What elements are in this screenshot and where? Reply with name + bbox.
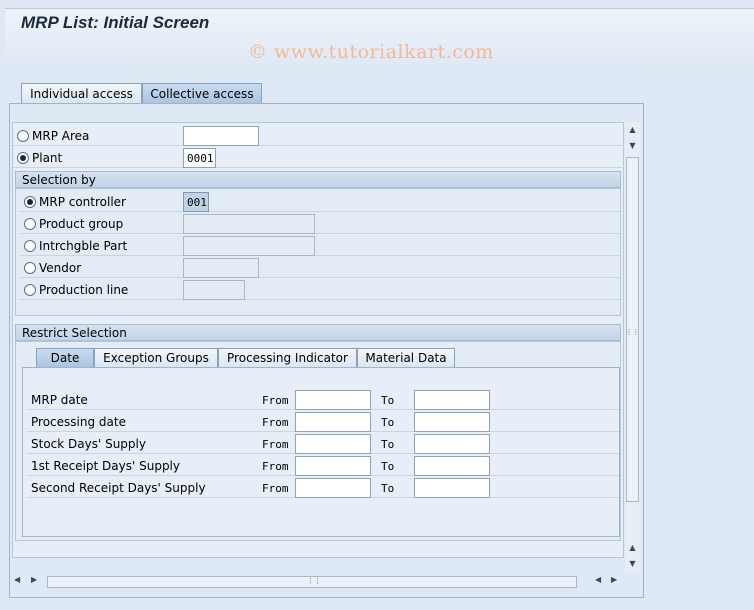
date-row: Second Receipt Days' Supply From To xyxy=(27,478,619,498)
to-input[interactable] xyxy=(414,456,490,476)
plant-label: Plant xyxy=(32,151,63,165)
intrchgble-part-radio[interactable] xyxy=(24,240,36,252)
from-input[interactable] xyxy=(295,390,371,410)
date-row: Stock Days' Supply From To xyxy=(27,434,619,454)
selection-by-header: Selection by xyxy=(15,171,621,188)
selection-option-row: Vendor xyxy=(20,258,620,278)
vertical-scrollbar[interactable]: ▲ ▼ ⋮⋮ ▲ ▼ xyxy=(625,122,640,572)
production-line-input[interactable] xyxy=(183,280,245,300)
to-label: To xyxy=(381,416,395,429)
mrp-area-input[interactable] xyxy=(183,126,259,146)
date-row-label: Stock Days' Supply xyxy=(31,437,146,451)
date-row-label: Second Receipt Days' Supply xyxy=(31,481,206,495)
to-label: To xyxy=(381,438,395,451)
scroll-down-icon[interactable]: ▼ xyxy=(625,139,640,153)
vendor-input[interactable] xyxy=(183,258,259,278)
horizontal-scrollbar[interactable]: ◀ ▶ ⋮⋮ ◀ ▶ xyxy=(9,574,644,590)
date-row-label: Processing date xyxy=(31,415,126,429)
vendor-label: Vendor xyxy=(39,261,82,275)
production-line-radio[interactable] xyxy=(24,284,36,296)
from-label: From xyxy=(262,482,289,495)
tab-processing-indicator[interactable]: Processing Indicator xyxy=(218,348,357,367)
title-bar: MRP List: Initial Screen © www.tutorialk… xyxy=(5,8,754,74)
selection-option-row: Product group xyxy=(20,214,620,234)
date-row: 1st Receipt Days' Supply From To xyxy=(27,456,619,476)
intrchgble-part-input[interactable] xyxy=(183,236,315,256)
to-input[interactable] xyxy=(414,434,490,454)
selection-option-row: Production line xyxy=(20,280,620,300)
mrp-area-label: MRP Area xyxy=(32,129,90,143)
mrp-area-radio[interactable] xyxy=(17,130,29,142)
scroll-up-icon[interactable]: ▲ xyxy=(625,541,640,555)
tab-exception-groups[interactable]: Exception Groups xyxy=(94,348,218,367)
from-label: From xyxy=(262,416,289,429)
to-label: To xyxy=(381,394,395,407)
restrict-selection-header: Restrict Selection xyxy=(15,324,621,341)
date-row: MRP date From To xyxy=(27,390,619,410)
intrchgble-part-label: Intrchgble Part xyxy=(39,239,128,253)
selection-option-row: MRP controller 001 xyxy=(20,192,620,212)
from-input[interactable] xyxy=(295,412,371,432)
date-row-label: 1st Receipt Days' Supply xyxy=(31,459,180,473)
plant-radio[interactable] xyxy=(17,152,29,164)
to-input[interactable] xyxy=(414,390,490,410)
tab-individual-access[interactable]: Individual access xyxy=(21,83,142,103)
plant-row: Plant 0001 xyxy=(13,148,624,168)
selection-option-row: Intrchgble Part xyxy=(20,236,620,256)
production-line-label: Production line xyxy=(39,283,129,297)
vendor-radio[interactable] xyxy=(24,262,36,274)
scroll-down-icon[interactable]: ▼ xyxy=(625,557,640,571)
from-label: From xyxy=(262,394,289,407)
to-input[interactable] xyxy=(414,412,490,432)
tab-date[interactable]: Date xyxy=(36,348,94,367)
mrp-area-row: MRP Area xyxy=(13,126,624,146)
grip-icon: ⋮⋮ xyxy=(307,577,321,585)
plant-input[interactable]: 0001 xyxy=(183,148,216,168)
tab-material-data[interactable]: Material Data xyxy=(357,348,455,367)
tab-collective-access[interactable]: Collective access xyxy=(142,83,262,103)
grip-icon: ⋮⋮ xyxy=(625,328,640,336)
page-title: MRP List: Initial Screen xyxy=(21,13,210,32)
scroll-left-icon[interactable]: ◀ xyxy=(14,575,20,584)
to-label: To xyxy=(381,482,395,495)
from-input[interactable] xyxy=(295,478,371,498)
date-row-label: MRP date xyxy=(31,393,88,407)
scroll-right-icon[interactable]: ▶ xyxy=(31,575,37,584)
date-row: Processing date From To xyxy=(27,412,619,432)
mrp-controller-label: MRP controller xyxy=(39,195,126,209)
from-input[interactable] xyxy=(295,434,371,454)
restrict-tab-strip: Date Exception Groups Processing Indicat… xyxy=(36,348,455,367)
from-label: From xyxy=(262,460,289,473)
product-group-radio[interactable] xyxy=(24,218,36,230)
from-label: From xyxy=(262,438,289,451)
scroll-up-icon[interactable]: ▲ xyxy=(625,123,640,137)
mrp-controller-radio[interactable] xyxy=(24,196,36,208)
to-label: To xyxy=(381,460,395,473)
to-input[interactable] xyxy=(414,478,490,498)
watermark: © www.tutorialkart.com xyxy=(248,41,494,63)
product-group-input[interactable] xyxy=(183,214,315,234)
mrp-controller-input[interactable]: 001 xyxy=(183,192,209,212)
scroll-right-icon[interactable]: ▶ xyxy=(611,575,617,584)
scroll-left-icon[interactable]: ◀ xyxy=(595,575,601,584)
product-group-label: Product group xyxy=(39,217,124,231)
outer-tab-strip: Individual access Collective access xyxy=(21,83,262,103)
from-input[interactable] xyxy=(295,456,371,476)
